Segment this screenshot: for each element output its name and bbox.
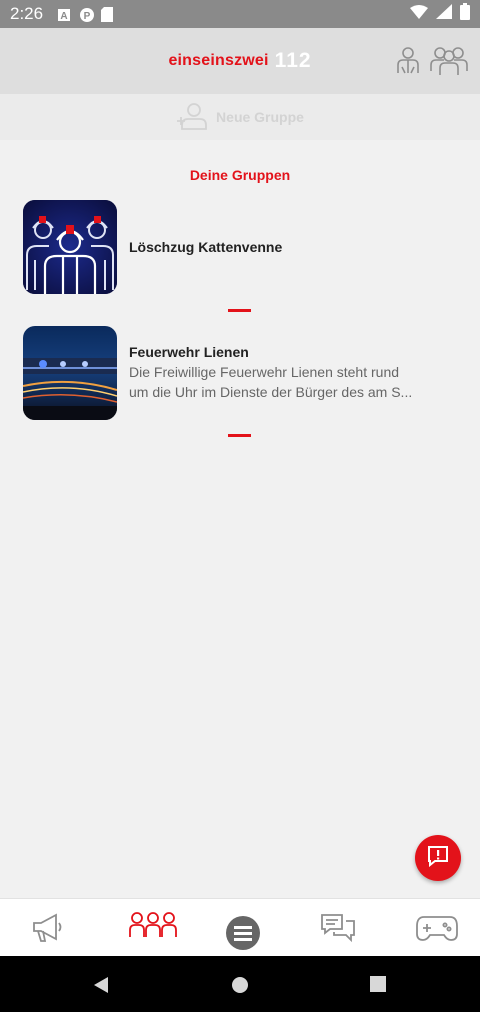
svg-text:A: A [60, 11, 67, 22]
group-description-line2: um die Uhr im Dienste der Bürger des am … [129, 384, 413, 400]
new-group-button[interactable]: Neue Gruppe [0, 94, 480, 140]
wifi-icon [410, 4, 428, 24]
system-nav-bar [0, 956, 480, 1012]
group-avatar [23, 326, 117, 420]
add-person-icon [176, 101, 216, 134]
group-item-feuerwehr-lienen[interactable]: Feuerwehr Lienen Die Freiwillige Feuerwe… [23, 326, 463, 420]
logo-text: einseinszwei [168, 52, 269, 69]
group-description: Die Freiwillige Feuerwehr Lienen steht r… [129, 362, 455, 402]
group-item-loeschzug-kattenvenne[interactable]: Löschzug Kattenvenne [23, 200, 463, 294]
recents-icon[interactable] [370, 976, 386, 997]
app-header: einseinszwei 112 [0, 28, 480, 94]
group-divider [228, 434, 251, 437]
chat-icon[interactable] [320, 913, 356, 948]
bottom-nav [0, 898, 480, 956]
menu-icon[interactable] [225, 915, 261, 956]
gamepad-icon[interactable] [416, 914, 458, 947]
svg-text:P: P [84, 11, 91, 22]
new-group-label: Neue Gruppe [216, 109, 304, 125]
logo-number: 112 [274, 49, 312, 72]
group-name: Löschzug Kattenvenne [129, 239, 283, 255]
group-description-line1: Die Freiwillige Feuerwehr Lienen steht r… [129, 364, 400, 380]
person-icon[interactable] [395, 45, 421, 80]
signal-icon [436, 4, 452, 24]
group-avatar [23, 200, 117, 294]
section-title: Deine Gruppen [189, 167, 291, 183]
status-time: 2:26 [10, 4, 44, 23]
battery-icon [460, 3, 470, 25]
group-name: Feuerwehr Lienen [129, 344, 249, 360]
megaphone-icon[interactable] [32, 913, 64, 948]
back-icon[interactable] [92, 976, 110, 999]
groups-icon[interactable] [128, 911, 178, 944]
p-icon: P [79, 7, 95, 22]
people-icon[interactable] [430, 45, 468, 80]
sim-icon [101, 7, 115, 22]
report-icon [427, 845, 449, 872]
status-bar: 2:26 A P [0, 0, 480, 28]
group-divider [228, 309, 251, 312]
a-icon: A [57, 7, 71, 22]
report-button[interactable] [415, 835, 461, 881]
home-icon[interactable] [231, 976, 249, 999]
